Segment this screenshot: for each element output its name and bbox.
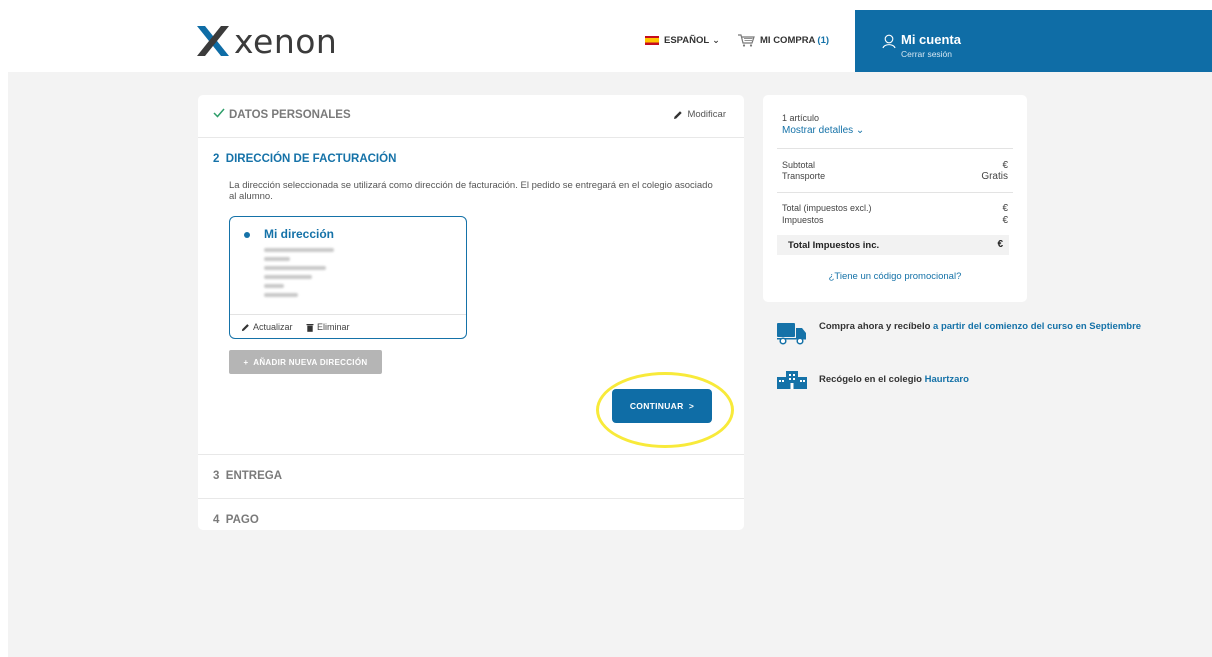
site-header: xenon ESPAÑOL ⌄ MI COMPRA (1) Mi cuenta … bbox=[8, 10, 1212, 72]
user-icon bbox=[882, 34, 896, 49]
address-card[interactable]: Mi dirección Actualizar Eliminar bbox=[229, 216, 467, 339]
pickup-perk-text: Recógelo en el colegio Haurtzaro bbox=[819, 374, 969, 386]
chevron-down-icon: ⌄ bbox=[712, 35, 720, 45]
total-excl-value: € bbox=[1002, 203, 1008, 214]
cart-label: MI COMPRA bbox=[760, 35, 816, 46]
total-excl-label: Total (impuestos excl.) bbox=[782, 203, 872, 213]
account-panel[interactable]: Mi cuenta Cerrar sesión bbox=[855, 10, 1212, 72]
summary-divider bbox=[777, 148, 1013, 149]
address-radio[interactable] bbox=[244, 232, 250, 238]
step-billing-address-title: 2 DIRECCIÓN DE FACTURACIÓN bbox=[213, 153, 397, 165]
update-address-label: Actualizar bbox=[253, 322, 293, 332]
subtotal-label: Subtotal bbox=[782, 160, 816, 170]
pencil-icon bbox=[241, 323, 249, 331]
pickup-school-name: Haurtzaro bbox=[924, 374, 969, 385]
shipping-perk: Compra ahora y recíbelo a partir del com… bbox=[776, 321, 1141, 345]
continue-button[interactable]: CONTINUAR > bbox=[612, 389, 712, 423]
step-delivery[interactable]: 3 ENTREGA bbox=[198, 454, 744, 499]
transport-value: Gratis bbox=[981, 171, 1008, 182]
shipping-perk-text: Compra ahora y recíbelo a partir del com… bbox=[819, 321, 1141, 333]
transport-row: Transporte Gratis bbox=[782, 171, 1008, 182]
brand-name: xenon bbox=[234, 21, 338, 61]
promo-code-link[interactable]: ¿Tiene un código promocional? bbox=[763, 271, 1027, 282]
checkout-steps-card: DATOS PERSONALES Modificar 2 DIRECCIÓN D… bbox=[198, 95, 744, 530]
update-address-button[interactable]: Actualizar bbox=[241, 322, 293, 332]
step-delivery-title: 3 ENTREGA bbox=[213, 470, 283, 482]
show-details-label: Mostrar detalles bbox=[782, 125, 854, 136]
pickup-perk-lead: Recógelo en el colegio bbox=[819, 374, 925, 385]
language-label: ESPAÑOL bbox=[664, 35, 710, 46]
delete-address-button[interactable]: Eliminar bbox=[306, 322, 350, 332]
order-summary: 1 artículo Mostrar detalles ⌄ Subtotal €… bbox=[763, 95, 1027, 302]
modify-button[interactable]: Modificar bbox=[673, 109, 726, 120]
step-payment[interactable]: 4 PAGO bbox=[198, 498, 744, 531]
step-payment-title: 4 PAGO bbox=[213, 514, 259, 526]
language-selector[interactable]: ESPAÑOL ⌄ bbox=[645, 35, 720, 46]
subtotal-row: Subtotal € bbox=[782, 160, 1008, 171]
cart-icon bbox=[738, 34, 755, 47]
shipping-perk-lead: Compra ahora y recíbelo bbox=[819, 321, 934, 332]
account-title: Mi cuenta bbox=[901, 32, 961, 47]
chevron-down-icon: ⌄ bbox=[855, 125, 865, 136]
step-personal-data: DATOS PERSONALES Modificar bbox=[198, 95, 744, 138]
pencil-icon bbox=[674, 110, 683, 119]
cart-link[interactable]: MI COMPRA (1) bbox=[737, 34, 829, 47]
shipping-perk-highlight: a partir del comienzo del curso en Septi… bbox=[933, 321, 1142, 332]
subtotal-value: € bbox=[1002, 160, 1008, 171]
truck-icon bbox=[777, 323, 806, 345]
billing-info-text: La dirección seleccionada se utilizará c… bbox=[229, 180, 713, 202]
show-details-link[interactable]: Mostrar detalles ⌄ bbox=[782, 125, 864, 136]
total-excl-row: Total (impuestos excl.) € bbox=[782, 203, 1008, 214]
school-building-icon bbox=[777, 371, 807, 389]
spain-flag-icon bbox=[645, 36, 659, 45]
address-actions: Actualizar Eliminar bbox=[230, 314, 466, 339]
xenon-logo-icon bbox=[197, 26, 229, 56]
checkout-screen: xenon ESPAÑOL ⌄ MI COMPRA (1) Mi cuenta … bbox=[8, 10, 1212, 657]
taxes-row: Impuestos € bbox=[782, 215, 1008, 226]
checkmark-icon bbox=[213, 108, 225, 118]
address-name: Mi dirección bbox=[264, 227, 335, 241]
logout-link[interactable]: Cerrar sesión bbox=[901, 49, 952, 59]
pickup-perk: Recógelo en el colegio Haurtzaro bbox=[776, 370, 969, 390]
cart-count: (1) bbox=[817, 35, 830, 46]
taxes-label: Impuestos bbox=[782, 215, 824, 225]
step-personal-data-title: DATOS PERSONALES bbox=[229, 109, 351, 121]
items-count: 1 artículo bbox=[782, 113, 820, 123]
xenon-logo[interactable]: xenon bbox=[196, 21, 338, 61]
total-incl-value: € bbox=[997, 239, 1003, 250]
transport-label: Transporte bbox=[782, 171, 826, 181]
summary-divider bbox=[777, 192, 1013, 193]
total-incl-label: Total Impuestos inc. bbox=[788, 240, 880, 251]
delete-address-label: Eliminar bbox=[317, 322, 350, 332]
modify-label: Modificar bbox=[687, 109, 726, 120]
taxes-value: € bbox=[1002, 215, 1008, 226]
total-incl-row: Total Impuestos inc. € bbox=[777, 235, 1009, 255]
trash-icon bbox=[306, 323, 314, 332]
add-new-address-button[interactable]: + AÑADIR NUEVA DIRECCIÓN bbox=[229, 350, 382, 374]
